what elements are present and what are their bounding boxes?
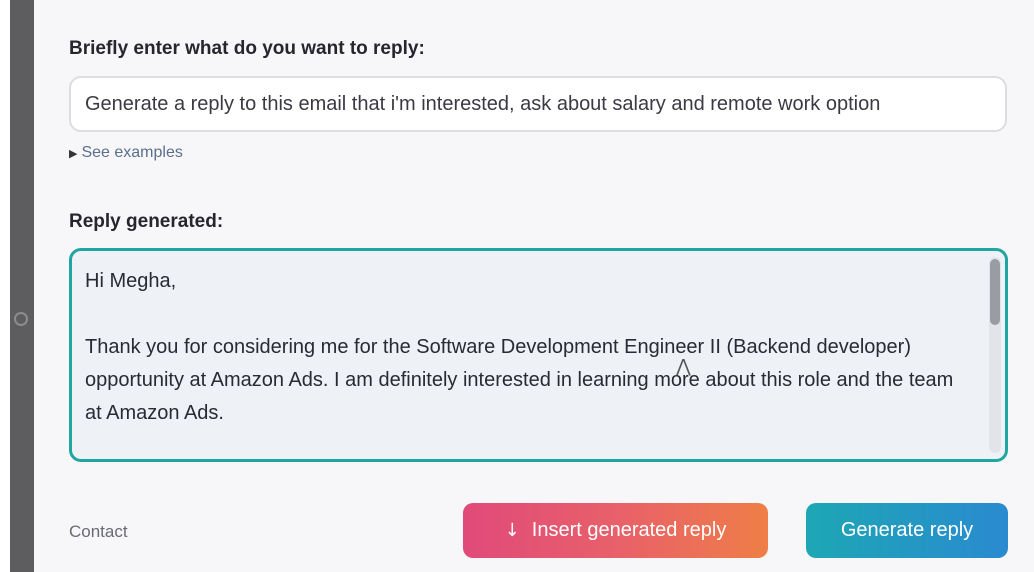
reply-scrollbar[interactable] (989, 257, 1001, 453)
prompt-label: Briefly enter what do you want to reply: (69, 38, 425, 59)
sidebar-strip (10, 0, 34, 572)
reply-label: Reply generated: (69, 211, 224, 232)
insert-generated-reply-button[interactable]: ↓ Insert generated reply (463, 503, 768, 558)
see-examples-link[interactable]: ▶ See examples (69, 144, 183, 162)
reply-text: Hi Megha, Thank you for considering me f… (85, 270, 954, 424)
contact-link[interactable]: Contact (69, 522, 128, 542)
text-cursor-icon: ⋀ (676, 356, 691, 377)
see-examples-label: See examples (81, 144, 183, 161)
insert-button-label: Insert generated reply (531, 519, 727, 541)
arrow-down-icon: ↓ (504, 520, 520, 541)
triangle-right-icon: ▶ (69, 148, 78, 160)
sidebar-handle-icon[interactable] (14, 312, 28, 326)
scrollbar-thumb[interactable] (990, 259, 1000, 325)
reply-textarea[interactable]: Hi Megha, Thank you for considering me f… (69, 248, 1008, 462)
generate-reply-button[interactable]: Generate reply (806, 503, 1008, 558)
left-edge (0, 0, 10, 572)
prompt-input[interactable] (69, 76, 1007, 132)
